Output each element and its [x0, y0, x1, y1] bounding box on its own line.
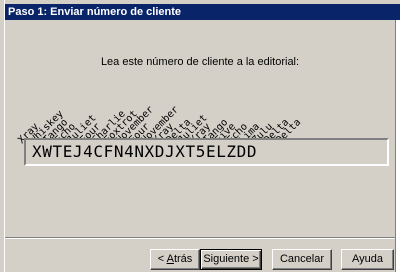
back-button-label: trás — [173, 253, 193, 265]
help-button[interactable]: Ayuda — [341, 249, 394, 270]
back-button-accelerator: A — [166, 253, 174, 265]
next-button[interactable]: Siguiente > — [200, 249, 262, 270]
window-left-edge — [0, 0, 5, 272]
customer-code-field: XWTEJ4CFN4NXDJXT5ELZDD — [24, 138, 389, 166]
back-button[interactable]: < Atrás — [150, 249, 200, 270]
window-title-bar: Paso 1: Enviar número de cliente — [5, 4, 400, 20]
back-button-prefix: < — [157, 253, 167, 265]
wizard-window: Paso 1: Enviar número de cliente Lea est… — [0, 0, 400, 272]
instruction-text: Lea este número de cliente a la editoria… — [100, 56, 300, 68]
cancel-button[interactable]: Cancelar — [272, 249, 332, 270]
help-button-label: Ayuda — [352, 253, 383, 265]
window-title: Paso 1: Enviar número de cliente — [8, 6, 182, 18]
cancel-button-label: Cancelar — [279, 253, 325, 265]
next-button-label: Siguiente > — [203, 253, 259, 265]
button-separator — [5, 237, 395, 239]
customer-code-text: XWTEJ4CFN4NXDJXT5ELZDD — [32, 142, 258, 161]
